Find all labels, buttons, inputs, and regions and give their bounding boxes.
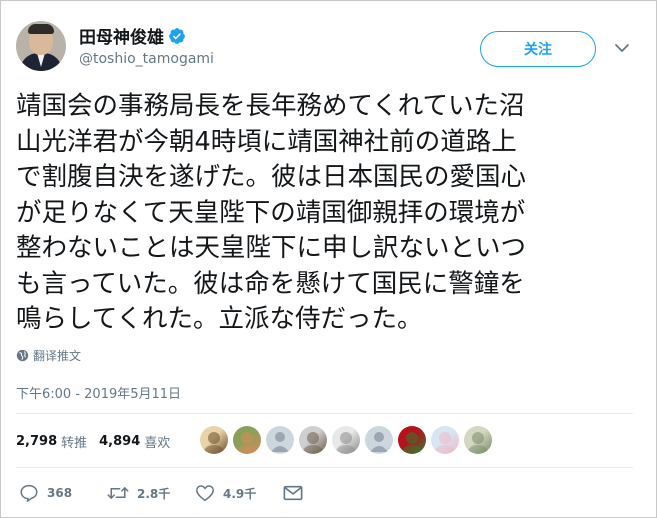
- chevron-down-icon[interactable]: [613, 41, 631, 55]
- tweet-text-line: 山光洋君が今朝4時頃に靖国神社前の道路上: [16, 126, 517, 157]
- likes-count: 4,894: [99, 433, 141, 449]
- liker-avatar[interactable]: [431, 426, 459, 454]
- tweet-text: 靖国会の事務局長を長年務めてくれていた沼 山光洋君が今朝4時頃に靖国神社前の道路…: [16, 89, 644, 338]
- retweet-icon: [107, 487, 129, 499]
- retweet-button[interactable]: 2.8千: [107, 485, 195, 502]
- liker-avatars: [200, 426, 497, 454]
- avatar[interactable]: [16, 21, 66, 71]
- retweets-label: 转推: [61, 435, 88, 451]
- tweet-text-line: 靖国会の事務局長を長年務めてくれていた沼: [16, 91, 525, 121]
- likes-stat[interactable]: 4,894 喜欢: [99, 432, 170, 451]
- tweet-text-line: も言っていた。彼は命を懸けて国民に警鐘を: [16, 268, 525, 299]
- heart-icon: [196, 485, 214, 502]
- liker-avatar[interactable]: [299, 426, 327, 454]
- envelope-icon: [283, 485, 303, 501]
- reply-count: 368: [47, 486, 73, 500]
- retweets-count: 2,798: [16, 433, 58, 449]
- like-count: 4.9千: [223, 486, 257, 501]
- author-name-row[interactable]: 田母神俊雄: [79, 23, 186, 48]
- like-button[interactable]: 4.9千: [195, 484, 283, 502]
- engagement-stats: 2,798 转推 4,894 喜欢: [16, 427, 182, 455]
- retweets-stat[interactable]: 2,798 转推: [16, 432, 87, 451]
- likes-label: 喜欢: [144, 435, 171, 451]
- translate-label: 翻译推文: [33, 349, 82, 363]
- verified-badge-icon: [169, 27, 185, 44]
- tweet-card: 田母神俊雄 @toshio_tamogami 关注 靖国会の事務局長を長年務めて…: [0, 0, 657, 518]
- liker-avatar[interactable]: [233, 426, 261, 454]
- reply-icon: [20, 484, 38, 502]
- tweet-text-line: 鳴らしてくれた。立派な侍だった。: [16, 304, 423, 334]
- retweet-count: 2.8千: [137, 486, 171, 501]
- liker-avatar[interactable]: [332, 426, 360, 454]
- tweet-timestamp[interactable]: 下午6:00 - 2019年5月11日: [16, 383, 181, 402]
- tweet-text-line: で割腹自決を遂げた。彼は日本国民の愛国心: [16, 162, 527, 192]
- direct-message-button[interactable]: [283, 485, 303, 501]
- tweet-actions: 368 2.8千 4.9千: [19, 481, 303, 505]
- display-name[interactable]: 田母神俊雄: [79, 23, 164, 48]
- liker-avatar[interactable]: [398, 426, 426, 454]
- user-handle[interactable]: @toshio_tamogami: [79, 51, 214, 67]
- tweet-text-line: 整わないことは天皇陛下に申し訳ないといつ: [16, 233, 527, 263]
- divider: [16, 467, 633, 468]
- translate-tweet-link[interactable]: 翻译推文: [16, 347, 81, 364]
- liker-avatar[interactable]: [200, 426, 228, 454]
- reply-button[interactable]: 368: [19, 484, 107, 502]
- liker-avatar[interactable]: [266, 426, 294, 454]
- liker-avatar[interactable]: [464, 426, 492, 454]
- divider: [16, 413, 633, 414]
- follow-button[interactable]: 关注: [480, 31, 596, 67]
- liker-avatar[interactable]: [365, 426, 393, 454]
- tweet-text-line: が足りなくて天皇陛下の靖国御親拝の環境が: [16, 197, 526, 228]
- globe-icon: [16, 349, 29, 362]
